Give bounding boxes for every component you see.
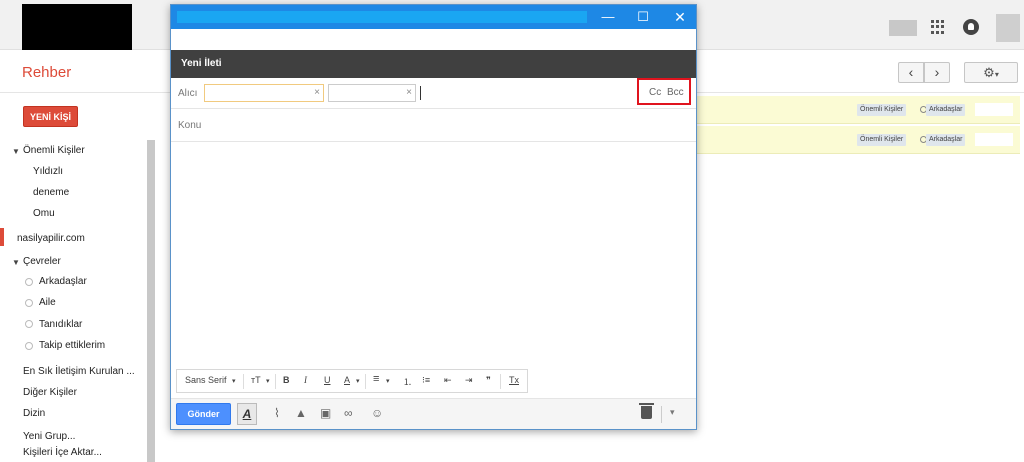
- expand-caret-icon[interactable]: ▼: [12, 258, 20, 267]
- circle-icon: [25, 320, 33, 328]
- chevron-down-icon[interactable]: ▾: [266, 377, 270, 385]
- sidebar-item-acquaintances[interactable]: Tanıdıklar: [39, 319, 82, 330]
- sidebar-item-omu[interactable]: Omu: [33, 208, 55, 219]
- indent-more-icon[interactable]: ⇥: [465, 375, 473, 386]
- divider: [243, 374, 244, 389]
- chevron-down-icon: ▾: [994, 70, 999, 79]
- quote-icon[interactable]: ❞: [486, 375, 491, 386]
- compose-window: — ☐ ✕ Yeni İleti Alıcı × × Cc Bcc Konu S…: [170, 4, 697, 430]
- to-label: Alıcı: [178, 88, 198, 99]
- circle-icon: [25, 278, 33, 286]
- previous-button[interactable]: ‹: [898, 62, 924, 83]
- active-item-marker: [0, 228, 4, 246]
- apps-grid-icon[interactable]: [931, 20, 945, 34]
- photo-icon[interactable]: ▣: [320, 406, 331, 420]
- formatting-toolbar: Sans Serif ▾ тT ▾ B I U A ▾ ≡ ▾ ⒈ ⁝≡ ⇤ ⇥…: [176, 369, 528, 393]
- row-blank-field: [975, 103, 1013, 116]
- recipient-chip[interactable]: ×: [328, 84, 416, 102]
- send-button[interactable]: Gönder: [176, 403, 231, 425]
- sidebar-item-new-group[interactable]: Yeni Grup...: [23, 431, 75, 442]
- top-placeholder-button[interactable]: [889, 20, 917, 36]
- compose-title: Yeni İleti: [181, 58, 222, 69]
- window-strip: [171, 29, 696, 50]
- settings-button[interactable]: ⚙▾: [964, 62, 1018, 83]
- account-avatar[interactable]: [996, 14, 1020, 42]
- sidebar-item-important[interactable]: Önemli Kişiler: [23, 145, 85, 156]
- sidebar-item-import[interactable]: Kişileri İçe Aktar...: [23, 447, 102, 458]
- sidebar-item-following[interactable]: Takip ettiklerim: [39, 340, 105, 351]
- close-icon[interactable]: ✕: [671, 8, 689, 26]
- table-row[interactable]: Önemli Kişiler Arkadaşlar: [697, 96, 1020, 124]
- sidebar-item-starred[interactable]: Yıldızlı: [33, 166, 63, 177]
- align-icon[interactable]: ≡: [373, 373, 379, 385]
- bulleted-list-icon[interactable]: ⁝≡: [422, 375, 430, 386]
- bold-icon[interactable]: B: [283, 375, 290, 385]
- attach-icon[interactable]: ⌇: [274, 406, 280, 420]
- page-title: Rehber: [22, 64, 72, 81]
- cc-link[interactable]: Cc: [649, 87, 661, 98]
- divider: [275, 374, 276, 389]
- circle-icon: [25, 299, 33, 307]
- remove-icon[interactable]: ×: [314, 87, 320, 98]
- notifications-icon[interactable]: [963, 19, 979, 35]
- recipients-row[interactable]: Alıcı × × Cc Bcc: [171, 78, 696, 109]
- numbered-list-icon[interactable]: ⒈: [403, 375, 412, 388]
- label-tag[interactable]: Önemli Kişiler: [857, 134, 907, 146]
- subject-field[interactable]: Konu: [171, 109, 696, 142]
- formatting-options-icon[interactable]: A: [237, 403, 257, 425]
- remove-icon[interactable]: ×: [406, 87, 412, 98]
- expand-caret-icon[interactable]: ▼: [12, 147, 20, 156]
- font-size-icon[interactable]: тT: [251, 375, 261, 385]
- window-title-redacted: [177, 11, 587, 23]
- label-tag[interactable]: Arkadaşlar: [926, 134, 966, 146]
- subject-placeholder: Konu: [178, 120, 202, 131]
- sidebar-item-most-contacted[interactable]: En Sık İletişim Kurulan ...: [23, 366, 135, 377]
- recipient-chip[interactable]: ×: [204, 84, 324, 102]
- compose-header[interactable]: Yeni İleti: [171, 50, 696, 78]
- link-icon[interactable]: ∞: [344, 406, 353, 420]
- chevron-down-icon[interactable]: ▾: [386, 377, 390, 385]
- divider: [661, 406, 662, 423]
- more-options-icon[interactable]: ▾: [670, 407, 675, 418]
- chevron-down-icon[interactable]: ▾: [232, 377, 236, 385]
- bcc-link[interactable]: Bcc: [667, 87, 684, 98]
- new-contact-button[interactable]: YENİ KİŞİ: [23, 106, 78, 127]
- label-tag[interactable]: Arkadaşlar: [926, 104, 966, 116]
- message-body[interactable]: [171, 142, 696, 369]
- divider: [365, 374, 366, 389]
- sidebar-scrollbar[interactable]: [147, 140, 155, 462]
- divider: [500, 374, 501, 389]
- drive-icon[interactable]: ▲: [295, 406, 307, 420]
- sidebar-item-domain[interactable]: nasilyapilir.com: [17, 233, 85, 244]
- indent-less-icon[interactable]: ⇤: [444, 375, 452, 386]
- window-titlebar[interactable]: — ☐ ✕: [171, 5, 696, 29]
- emoji-icon[interactable]: ☺: [371, 406, 383, 420]
- gear-icon: ⚙: [983, 65, 995, 80]
- table-row[interactable]: Önemli Kişiler Arkadaşlar: [697, 126, 1020, 154]
- sidebar-item-deneme[interactable]: deneme: [33, 187, 69, 198]
- circle-icon: [25, 342, 33, 350]
- font-family-select[interactable]: Sans Serif: [185, 375, 227, 385]
- sidebar-item-family[interactable]: Aile: [39, 297, 56, 308]
- row-blank-field: [975, 133, 1013, 146]
- text-cursor: [420, 86, 421, 100]
- remove-formatting-icon[interactable]: Tx: [509, 375, 519, 385]
- chevron-down-icon[interactable]: ▾: [356, 377, 360, 385]
- logo-area: [22, 4, 132, 50]
- label-tag[interactable]: Önemli Kişiler: [857, 104, 907, 116]
- italic-icon[interactable]: I: [304, 375, 307, 385]
- next-button[interactable]: ›: [924, 62, 950, 83]
- text-color-icon[interactable]: A: [344, 375, 350, 385]
- sidebar-item-circles[interactable]: Çevreler: [23, 256, 61, 267]
- maximize-icon[interactable]: ☐: [634, 8, 652, 26]
- sidebar-item-friends[interactable]: Arkadaşlar: [39, 276, 87, 287]
- compose-bottom-bar: Gönder A ⌇ ▲ ▣ ∞ ☺ ▾: [171, 398, 696, 429]
- trash-icon[interactable]: [639, 403, 654, 419]
- sidebar-item-directory[interactable]: Dizin: [23, 408, 45, 419]
- sidebar-item-other-contacts[interactable]: Diğer Kişiler: [23, 387, 77, 398]
- underline-icon[interactable]: U: [324, 375, 331, 385]
- minimize-icon[interactable]: —: [599, 8, 617, 26]
